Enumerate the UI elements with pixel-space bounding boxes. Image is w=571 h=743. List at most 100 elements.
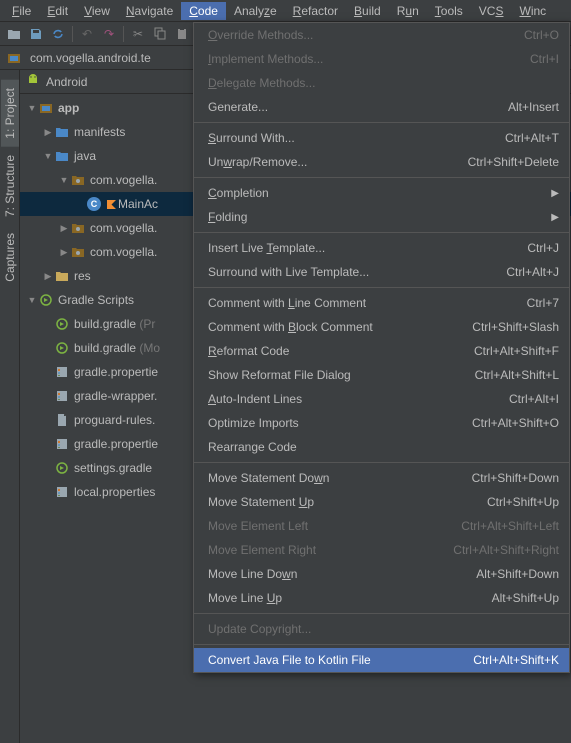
menu-item-surround-with-live-template[interactable]: Surround with Live Template...Ctrl+Alt+J: [194, 260, 569, 284]
menu-shortcut: Alt+Shift+Up: [492, 591, 559, 605]
tree-label: res: [74, 269, 91, 283]
menu-code[interactable]: Code: [181, 2, 226, 20]
menu-shortcut: Ctrl+Alt+Shift+F: [474, 344, 559, 358]
undo-icon[interactable]: ↶: [77, 24, 97, 44]
tab-captures[interactable]: Captures: [1, 225, 19, 290]
save-icon[interactable]: [26, 24, 46, 44]
menu-item-move-line-up[interactable]: Move Line Up Alt+Shift+Up: [194, 586, 569, 610]
properties-icon: [54, 388, 70, 404]
tree-label: manifests: [74, 125, 125, 139]
menu-shortcut: Ctrl+Shift+Up: [487, 495, 559, 509]
tree-label: MainAc: [118, 197, 158, 211]
menu-shortcut: Ctrl+O: [524, 28, 559, 42]
menu-item-surround-with[interactable]: Surround With...Ctrl+Alt+T: [194, 126, 569, 150]
open-icon[interactable]: [4, 24, 24, 44]
menu-item-comment-with-line-comment[interactable]: Comment with Line CommentCtrl+7: [194, 291, 569, 315]
menu-vcs[interactable]: VCS: [471, 2, 512, 20]
tree-label: local.properties: [74, 485, 155, 499]
collapse-icon[interactable]: ▼: [26, 103, 38, 113]
menu-item-optimize-imports[interactable]: Optimize ImportsCtrl+Alt+Shift+O: [194, 411, 569, 435]
paste-icon[interactable]: [172, 24, 192, 44]
gradle-file-icon: [54, 316, 70, 332]
menu-item-convert-java-file-to-kotlin-file[interactable]: Convert Java File to Kotlin File Ctrl+Alt…: [194, 648, 569, 672]
properties-icon: [54, 484, 70, 500]
menu-shortcut: Ctrl+Alt+I: [509, 392, 559, 406]
menu-item-show-reformat-file-dialog[interactable]: Show Reformat File DialogCtrl+Alt+Shift+…: [194, 363, 569, 387]
expand-icon[interactable]: ▶: [58, 223, 70, 234]
menu-item-move-statement-up[interactable]: Move Statement Up Ctrl+Shift+Up: [194, 490, 569, 514]
android-icon: [26, 73, 40, 90]
menu-item-delegate-methods: Delegate Methods...: [194, 71, 569, 95]
menu-item-auto-indent-lines[interactable]: Auto-Indent LinesCtrl+Alt+I: [194, 387, 569, 411]
menu-item-comment-with-block-comment[interactable]: Comment with Block CommentCtrl+Shift+Sla…: [194, 315, 569, 339]
tree-label: proguard-rules.: [74, 413, 155, 427]
folder-icon: [54, 148, 70, 164]
menu-refactor[interactable]: Refactor: [285, 2, 346, 20]
module-icon: [6, 50, 22, 66]
menu-item-label: Unwrap/Remove...: [208, 155, 448, 169]
menu-edit[interactable]: Edit: [39, 2, 76, 20]
res-folder-icon: [54, 268, 70, 284]
menu-separator: [194, 287, 569, 288]
tab-project[interactable]: 1: Project: [1, 80, 19, 147]
panel-title[interactable]: Android: [46, 75, 87, 89]
menu-build[interactable]: Build: [346, 2, 389, 20]
package-icon: [70, 172, 86, 188]
submenu-arrow-icon: ▶: [551, 212, 559, 223]
cut-icon[interactable]: ✂: [128, 24, 148, 44]
expand-icon[interactable]: ▶: [42, 127, 54, 138]
menu-item-completion[interactable]: Completion▶: [194, 181, 569, 205]
package-icon: [70, 220, 86, 236]
menu-run[interactable]: Run: [389, 2, 427, 20]
menu-item-label: Folding: [208, 210, 531, 224]
menu-shortcut: Ctrl+Alt+Shift+L: [475, 368, 559, 382]
menu-shortcut: Ctrl+Alt+Shift+O: [472, 416, 559, 430]
redo-icon[interactable]: ↷: [99, 24, 119, 44]
breadcrumb-text[interactable]: com.vogella.android.te: [30, 51, 151, 65]
menu-item-label: Move Line Down: [208, 567, 456, 581]
menu-item-label: Surround with Live Template...: [208, 265, 486, 279]
menu-shortcut: Alt+Shift+Down: [476, 567, 559, 581]
menu-navigate[interactable]: Navigate: [118, 2, 181, 20]
menu-shortcut: Ctrl+Alt+Shift+Left: [461, 519, 559, 533]
menu-item-unwrap-remove[interactable]: Unwrap/Remove...Ctrl+Shift+Delete: [194, 150, 569, 174]
module-icon: [38, 100, 54, 116]
gradle-file-icon: [54, 340, 70, 356]
menu-item-insert-live-template[interactable]: Insert Live Template...Ctrl+J: [194, 236, 569, 260]
copy-icon[interactable]: [150, 24, 170, 44]
menu-item-label: Move Statement Up: [208, 495, 467, 509]
menu-item-move-line-down[interactable]: Move Line Down Alt+Shift+Down: [194, 562, 569, 586]
menu-analyze[interactable]: Analyze: [226, 2, 285, 20]
expand-icon[interactable]: ▶: [58, 247, 70, 258]
expand-icon[interactable]: ▶: [42, 271, 54, 282]
sync-icon[interactable]: [48, 24, 68, 44]
menu-item-move-statement-down[interactable]: Move Statement DownCtrl+Shift+Down: [194, 466, 569, 490]
menu-shortcut: Ctrl+Alt+Shift+K: [473, 653, 559, 667]
menu-item-update-copyright: Update Copyright...: [194, 617, 569, 641]
menu-item-generate[interactable]: Generate...Alt+Insert: [194, 95, 569, 119]
kotlin-marker-icon: [106, 196, 116, 212]
menu-window[interactable]: Winc: [511, 2, 554, 20]
menu-item-folding[interactable]: Folding ▶: [194, 205, 569, 229]
menu-item-label: Move Line Up: [208, 591, 472, 605]
menu-item-rearrange-code[interactable]: Rearrange Code: [194, 435, 569, 459]
menu-item-label: Comment with Block Comment: [208, 320, 452, 334]
menu-separator: [194, 462, 569, 463]
menu-item-label: Convert Java File to Kotlin File: [208, 653, 453, 667]
collapse-icon[interactable]: ▼: [58, 175, 70, 185]
collapse-icon[interactable]: ▼: [26, 295, 38, 305]
menu-view[interactable]: View: [76, 2, 118, 20]
menu-shortcut: Ctrl+I: [530, 52, 559, 66]
menu-tools[interactable]: Tools: [427, 2, 471, 20]
tree-label: build.gradle (Pr: [74, 317, 155, 331]
menu-shortcut: Ctrl+Shift+Down: [472, 471, 559, 485]
menu-file[interactable]: File: [4, 2, 39, 20]
menu-item-move-element-right: Move Element RightCtrl+Alt+Shift+Right: [194, 538, 569, 562]
menu-item-label: Comment with Line Comment: [208, 296, 507, 310]
menu-item-reformat-code[interactable]: Reformat CodeCtrl+Alt+Shift+F: [194, 339, 569, 363]
tree-label: app: [58, 101, 79, 115]
menubar: File Edit View Navigate Code Analyze Ref…: [0, 0, 571, 22]
collapse-icon[interactable]: ▼: [42, 151, 54, 161]
menu-item-label: Completion: [208, 186, 531, 200]
tab-structure[interactable]: 7: Structure: [1, 147, 19, 225]
